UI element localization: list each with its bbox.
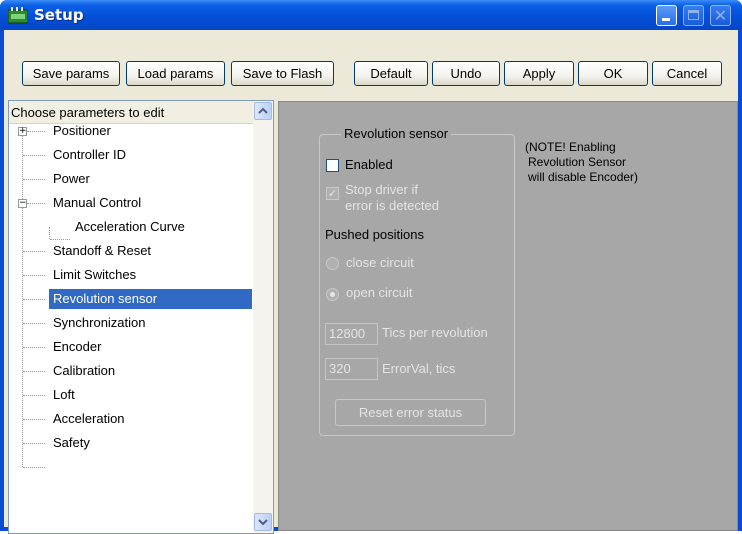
tree-item-loft[interactable]: Loft bbox=[53, 385, 75, 405]
tree-item-safety[interactable]: Safety bbox=[53, 433, 90, 453]
tree-connector bbox=[50, 239, 70, 240]
client-area: Save params Load params Save to Flash De… bbox=[4, 30, 738, 534]
tree-connector bbox=[23, 419, 45, 420]
open-circuit-label: open circuit bbox=[346, 285, 413, 300]
tree-connector bbox=[23, 155, 45, 156]
tree-connector bbox=[23, 443, 45, 444]
tics-per-revolution-field[interactable]: 12800 bbox=[325, 323, 378, 345]
note-line1: (NOTE! Enabling bbox=[525, 140, 616, 154]
enabled-checkbox[interactable] bbox=[326, 159, 339, 172]
enabled-label: Enabled bbox=[345, 157, 393, 172]
tree-connector bbox=[23, 179, 45, 180]
tree-connector bbox=[23, 371, 45, 372]
pushed-positions-label: Pushed positions bbox=[325, 227, 425, 242]
tree-connector bbox=[23, 251, 45, 252]
scroll-up-button[interactable] bbox=[254, 102, 272, 120]
note-line2: Revolution Sensor bbox=[528, 155, 627, 169]
tree-connector bbox=[23, 299, 45, 300]
tree-item-revolution-sensor[interactable]: Revolution sensor bbox=[49, 289, 252, 309]
minimize-button[interactable] bbox=[656, 5, 677, 26]
chevron-up-icon bbox=[258, 107, 268, 114]
minimize-icon bbox=[662, 18, 670, 21]
settings-panel: Revolution sensor Enabled ✓ Stop driver … bbox=[278, 101, 738, 531]
tree-connector bbox=[49, 227, 50, 239]
window-title: Setup bbox=[34, 6, 84, 24]
tics-per-revolution-label: Tics per revolution bbox=[382, 325, 488, 340]
maximize-button[interactable] bbox=[683, 5, 704, 26]
save-to-flash-button[interactable]: Save to Flash bbox=[231, 61, 334, 86]
tree-item-calibration[interactable]: Calibration bbox=[53, 361, 115, 381]
tree-item-encoder[interactable]: Encoder bbox=[53, 337, 101, 357]
tree-header-label: Choose parameters to edit bbox=[11, 105, 165, 120]
tree-header: Choose parameters to edit bbox=[9, 101, 253, 124]
tree-connector bbox=[23, 395, 45, 396]
stop-driver-label-line2: error is detected bbox=[345, 198, 439, 213]
load-params-button[interactable]: Load params bbox=[126, 61, 225, 86]
save-params-button[interactable]: Save params bbox=[22, 61, 120, 86]
ok-button[interactable]: OK bbox=[578, 61, 648, 86]
close-icon: ✕ bbox=[713, 6, 728, 25]
parameter-tree[interactable]: Choose parameters to edit + − Positioner bbox=[8, 100, 274, 534]
tree-connector bbox=[23, 323, 45, 324]
errorval-label: ErrorVal, tics bbox=[382, 361, 456, 376]
tree-item-power[interactable]: Power bbox=[53, 169, 90, 189]
undo-button[interactable]: Undo bbox=[432, 61, 500, 86]
maximize-icon bbox=[688, 10, 699, 20]
tree-scrollbar[interactable] bbox=[253, 101, 273, 533]
tree-item-manual-control[interactable]: Manual Control bbox=[53, 193, 141, 213]
radio-selected-dot bbox=[330, 292, 335, 297]
close-button[interactable]: ✕ bbox=[710, 5, 731, 26]
tree-connector bbox=[27, 131, 45, 132]
collapse-icon[interactable]: − bbox=[18, 199, 27, 208]
encoder-note: (NOTE! Enabling Revolution Sensor will d… bbox=[525, 140, 638, 185]
group-title: Revolution sensor bbox=[341, 126, 452, 141]
tree-item-controller-id[interactable]: Controller ID bbox=[53, 145, 126, 165]
scroll-down-button[interactable] bbox=[254, 513, 272, 531]
tree-connector bbox=[23, 347, 45, 348]
stop-driver-label-line1: Stop driver if bbox=[345, 182, 418, 197]
close-circuit-label: close circuit bbox=[346, 255, 414, 270]
stop-driver-checkbox[interactable]: ✓ bbox=[326, 187, 339, 200]
tree-connector bbox=[23, 275, 45, 276]
tree-connector bbox=[23, 467, 45, 468]
revolution-sensor-group: Revolution sensor Enabled ✓ Stop driver … bbox=[319, 126, 515, 436]
open-circuit-radio[interactable] bbox=[326, 288, 339, 301]
title-bar[interactable]: Setup ✕ bbox=[0, 0, 742, 30]
app-icon bbox=[8, 7, 28, 24]
errorval-field[interactable]: 320 bbox=[325, 358, 378, 380]
tree-item-limit-switches[interactable]: Limit Switches bbox=[53, 265, 136, 285]
note-line3: will disable Encoder) bbox=[528, 170, 639, 184]
tree-item-positioner[interactable]: Positioner bbox=[53, 121, 111, 141]
tree-item-synchronization[interactable]: Synchronization bbox=[53, 313, 146, 333]
tree-item-standoff-reset[interactable]: Standoff & Reset bbox=[53, 241, 151, 261]
apply-button[interactable]: Apply bbox=[504, 61, 574, 86]
setup-window: Setup ✕ Save params Load params Save to … bbox=[0, 0, 742, 534]
tree-item-acceleration[interactable]: Acceleration bbox=[53, 409, 125, 429]
tree-item-acceleration-curve[interactable]: Acceleration Curve bbox=[75, 217, 185, 237]
expand-icon[interactable]: + bbox=[18, 127, 27, 136]
close-circuit-radio[interactable] bbox=[326, 257, 339, 270]
tree-connector bbox=[27, 203, 45, 204]
default-button[interactable]: Default bbox=[354, 61, 428, 86]
chevron-down-icon bbox=[258, 519, 268, 526]
reset-error-status-button[interactable]: Reset error status bbox=[335, 399, 486, 426]
cancel-button[interactable]: Cancel bbox=[652, 61, 722, 86]
